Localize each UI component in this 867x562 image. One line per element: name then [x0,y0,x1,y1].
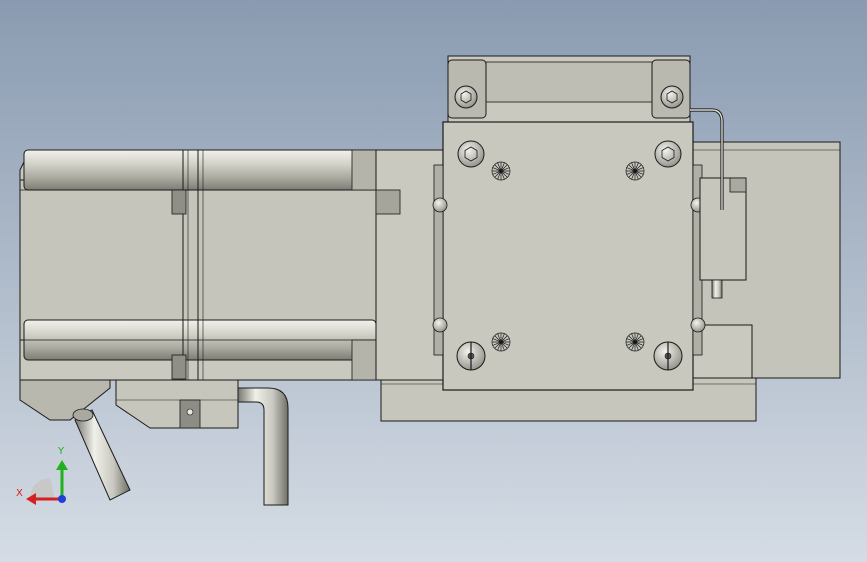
coordinate-triad: Y X [16,446,68,505]
cable-gland-left [72,408,131,501]
hex-bolt-top-left [457,140,485,168]
x-axis-label: X [16,488,23,499]
upper-tie-rod [23,149,377,191]
cad-viewport[interactable]: Y X [0,0,867,562]
z-axis-dot [58,495,66,503]
hex-bolt-top-right [654,140,682,168]
cable-elbow-right [237,387,289,506]
y-axis-label: Y [57,446,65,457]
y-axis-arrowhead [56,460,68,470]
model-drawing: Y X [16,55,841,506]
motor-bottom-bracket [19,379,239,429]
carriage-top-block [447,55,691,127]
